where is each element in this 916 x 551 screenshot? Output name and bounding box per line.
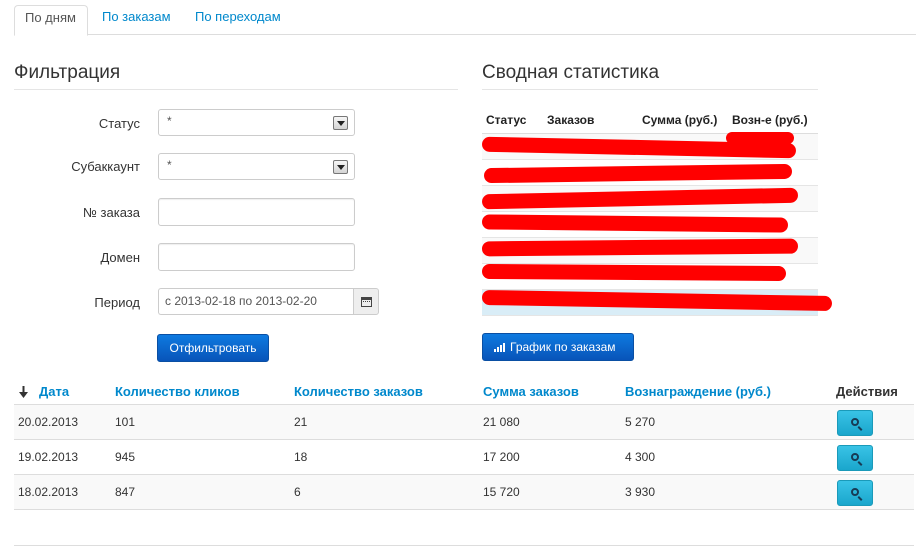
calendar-button[interactable]: [353, 288, 379, 315]
cell-clicks: 101: [115, 415, 136, 429]
summary-title: Сводная статистика: [482, 62, 818, 90]
redaction-mark: [481, 238, 799, 257]
cell-sum: 15 720: [483, 485, 520, 499]
cell-clicks: 945: [115, 450, 136, 464]
summary-col-orders: Заказов: [547, 113, 595, 127]
view-details-button[interactable]: [837, 410, 873, 436]
cell-date: 18.02.2013: [18, 485, 79, 499]
cell-sum: 21 080: [483, 415, 520, 429]
summary-table-header: Статус Заказов Сумма (руб.) Возн-е (руб.…: [482, 104, 818, 134]
domain-label: Домен: [100, 250, 140, 265]
subaccount-select-value: *: [167, 158, 172, 172]
chevron-down-icon[interactable]: [333, 160, 348, 174]
tab-by-days[interactable]: По дням: [14, 5, 88, 36]
cell-date: 19.02.2013: [18, 450, 79, 464]
chevron-down-icon[interactable]: [333, 116, 348, 130]
cell-orders: 6: [294, 485, 301, 499]
search-icon: [851, 453, 859, 461]
redaction-mark: [483, 163, 793, 184]
summary-col-status: Статус: [486, 113, 527, 127]
summary-row: [481, 132, 818, 160]
cell-orders: 21: [294, 415, 308, 429]
column-header-actions: Действия: [836, 384, 898, 399]
status-label: Статус: [98, 116, 140, 131]
redaction-mark: [481, 187, 799, 210]
view-details-button[interactable]: [837, 480, 873, 506]
tab-by-orders[interactable]: По заказам: [102, 5, 171, 36]
summary-row: [481, 186, 818, 212]
order-number-input[interactable]: [158, 198, 355, 226]
signal-bars-icon: [494, 343, 506, 352]
column-header-orders[interactable]: Количество заказов: [294, 384, 423, 399]
cell-orders: 18: [294, 450, 308, 464]
subaccount-label: Субаккаунт: [71, 159, 140, 174]
redaction-mark: [481, 289, 833, 312]
table-row: 19.02.2013 945 18 17 200 4 300: [14, 440, 914, 475]
redaction-mark: [726, 132, 794, 144]
redaction-mark: [481, 214, 789, 233]
summary-row: [481, 263, 818, 290]
column-header-reward[interactable]: Вознаграждение (руб.): [625, 384, 771, 399]
tab-bar: По дням По заказам По переходам: [14, 0, 916, 36]
chart-button-label: График по заказам: [510, 340, 616, 354]
column-header-sum[interactable]: Сумма заказов: [483, 384, 579, 399]
summary-row: [481, 238, 818, 264]
summary-col-sum: Сумма (руб.): [642, 113, 718, 127]
calendar-icon: [361, 297, 372, 307]
order-number-label: № заказа: [83, 205, 140, 220]
filter-title: Фильтрация: [14, 62, 458, 90]
subaccount-select[interactable]: *: [158, 153, 355, 180]
table-row: 18.02.2013 847 6 15 720 3 930: [14, 475, 914, 510]
search-icon: [851, 488, 859, 496]
status-select-value: *: [167, 114, 172, 128]
search-icon: [851, 418, 859, 426]
chart-by-orders-button[interactable]: График по заказам: [482, 333, 634, 361]
cell-sum: 17 200: [483, 450, 520, 464]
summary-row: [482, 160, 818, 186]
summary-row: [481, 212, 818, 238]
redaction-mark: [481, 263, 787, 282]
cell-date: 20.02.2013: [18, 415, 79, 429]
summary-col-reward: Возн-е (руб.): [732, 113, 808, 127]
cell-reward: 4 300: [625, 450, 656, 464]
period-input[interactable]: с 2013-02-18 по 2013-02-20: [158, 288, 354, 315]
column-header-clicks[interactable]: Количество кликов: [115, 384, 240, 399]
cell-reward: 3 930: [625, 485, 656, 499]
cell-clicks: 847: [115, 485, 136, 499]
footer-divider: [14, 545, 914, 546]
view-details-button[interactable]: [837, 445, 873, 471]
filter-submit-button[interactable]: Отфильтровать: [157, 334, 269, 362]
status-select[interactable]: *: [158, 109, 355, 136]
tab-by-clicks[interactable]: По переходам: [195, 5, 281, 36]
column-header-date[interactable]: Дата: [39, 384, 69, 399]
period-label: Период: [94, 295, 140, 310]
summary-total-row: [481, 289, 833, 316]
domain-input[interactable]: [158, 243, 355, 271]
sort-desc-icon: [19, 386, 28, 398]
cell-reward: 5 270: [625, 415, 656, 429]
table-row: 20.02.2013 101 21 21 080 5 270: [14, 405, 914, 440]
